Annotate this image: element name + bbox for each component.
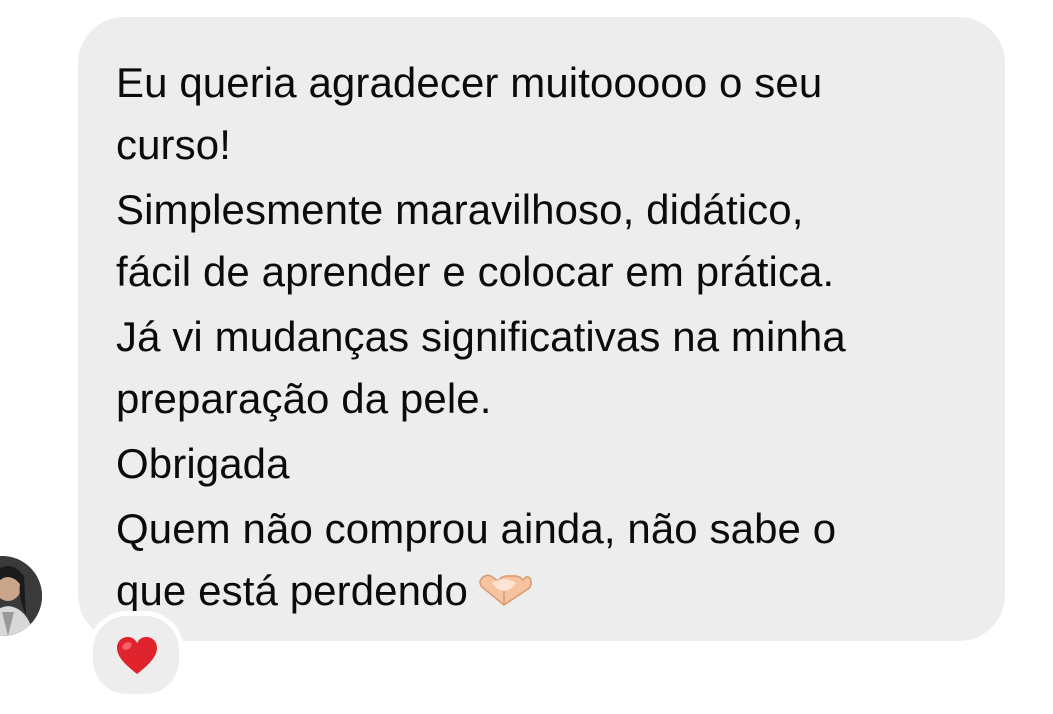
message-line: Quem não comprou ainda, não sabe o [116, 505, 837, 552]
message-line: que está perdendo [116, 567, 468, 614]
heart-hands-icon [474, 566, 534, 628]
avatar-photo [0, 556, 42, 636]
message-line: Já vi mudanças significativas na minha [116, 313, 846, 360]
message-bubble[interactable]: Eu queria agradecer muitooooo o seu curs… [78, 17, 1005, 641]
message-line: Obrigada [116, 440, 290, 487]
message-line: Eu queria agradecer muitooooo o seu [116, 59, 823, 106]
avatar[interactable] [0, 556, 42, 636]
message-line: curso! [116, 121, 231, 168]
message-line: Simplesmente maravilhoso, didático, [116, 186, 804, 233]
message-last-line: que está perdendo [116, 560, 1005, 628]
message-line: fácil de aprender e colocar em prática. [116, 248, 835, 295]
reaction-badge[interactable] [88, 611, 184, 699]
message-line: preparação da pele. [116, 375, 492, 422]
red-heart-icon [117, 637, 157, 674]
